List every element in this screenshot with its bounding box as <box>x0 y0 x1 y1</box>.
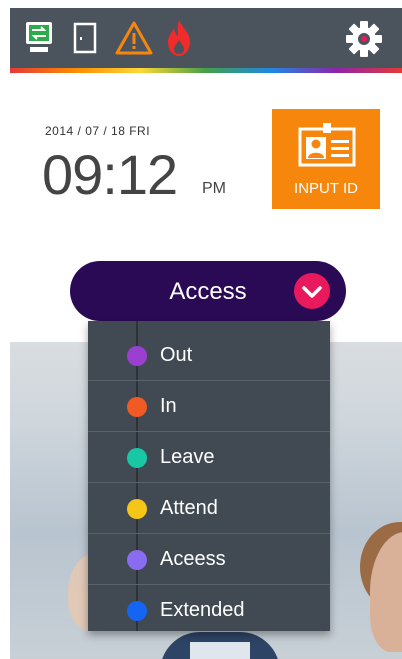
chevron-down-icon[interactable] <box>294 273 330 309</box>
menu-item-leave[interactable]: Leave <box>88 433 330 483</box>
menu-item-in[interactable]: In <box>88 382 330 432</box>
status-dot-icon <box>127 346 147 366</box>
fire-icon[interactable] <box>164 18 194 58</box>
input-id-label: INPUT ID <box>294 180 358 197</box>
status-dot-icon <box>127 550 147 570</box>
menu-item-label: Attend <box>160 497 218 519</box>
menu-item-label: Extended <box>160 599 245 621</box>
status-dot-icon <box>127 448 147 468</box>
menu-item-attend[interactable]: Attend <box>88 484 330 534</box>
status-dot-icon <box>127 601 147 621</box>
menu-item-extended[interactable]: Extended <box>88 586 330 636</box>
id-card-icon <box>298 123 356 167</box>
menu-item-label: In <box>160 395 177 417</box>
menu-item-aceess[interactable]: Aceess <box>88 535 330 585</box>
status-dot-icon <box>127 397 147 417</box>
mode-selector[interactable]: Access <box>70 261 346 321</box>
top-status-bar <box>10 8 402 68</box>
date-text: 2014 / 07 / 18 FRI <box>45 124 151 138</box>
warning-icon[interactable] <box>114 20 154 56</box>
monitor-network-icon[interactable] <box>24 20 54 56</box>
ampm-text: PM <box>202 180 226 197</box>
menu-item-label: Aceess <box>160 548 226 570</box>
mode-dropdown-menu: Out In Leave Attend Aceess Extended <box>88 321 330 631</box>
menu-item-label: Leave <box>160 446 215 468</box>
rainbow-divider <box>10 68 402 73</box>
gear-icon[interactable] <box>344 19 384 59</box>
input-id-button[interactable]: INPUT ID <box>272 109 380 209</box>
app-screen: 2014 / 07 / 18 FRI 09:12 PM INPUT ID Acc… <box>10 8 402 659</box>
status-dot-icon <box>127 499 147 519</box>
door-icon[interactable] <box>72 22 98 54</box>
time-text: 09:12 <box>42 143 178 206</box>
menu-item-out[interactable]: Out <box>88 331 330 381</box>
menu-item-label: Out <box>160 344 193 366</box>
